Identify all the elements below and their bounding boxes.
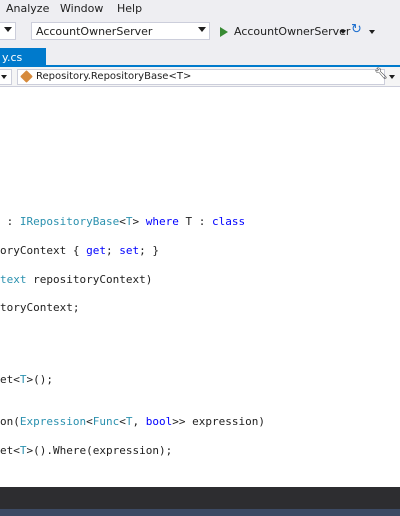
chevron-down-icon <box>4 27 12 32</box>
project-navigation-dropdown[interactable] <box>0 69 12 85</box>
code-line: toryContext; <box>0 301 80 314</box>
code-editor[interactable]: : IRepositoryBase<T> where T : class ory… <box>0 87 400 487</box>
configuration-dropdown[interactable] <box>0 22 16 40</box>
member-navigation-value: Repository.RepositoryBase<T> <box>36 71 192 82</box>
document-tab-strip: y.cs <box>0 45 400 67</box>
tab-active-document[interactable]: y.cs <box>0 48 46 67</box>
code-line: et<T>().Where(expression); <box>0 444 173 457</box>
chevron-down-icon <box>1 75 7 79</box>
class-icon <box>20 70 33 83</box>
toolbar: AccountOwnerServer AccountOwnerServer ↻ <box>0 18 400 46</box>
code-line: : IRepositoryBase<T> where T : class <box>0 215 246 228</box>
status-bar <box>0 509 400 516</box>
startup-project-dropdown[interactable]: AccountOwnerServer <box>31 22 210 40</box>
code-line: text repositoryContext) <box>0 273 153 286</box>
menu-help[interactable]: Help <box>117 2 142 15</box>
play-icon[interactable] <box>220 27 228 37</box>
menu-analyze[interactable]: Analyze <box>6 2 49 15</box>
navigation-bar: Repository.RepositoryBase<T> 🔧︎ <box>0 67 400 87</box>
run-target-label[interactable]: AccountOwnerServer <box>234 25 350 38</box>
chevron-down-icon <box>198 27 206 32</box>
wrench-icon[interactable]: 🔧︎ <box>374 67 388 80</box>
refresh-chevron-icon[interactable] <box>369 30 375 34</box>
code-line: et<T>(); <box>0 373 53 386</box>
menu-window[interactable]: Window <box>60 2 103 15</box>
code-line: oryContext { get; set; } <box>0 244 159 257</box>
startup-project-value: AccountOwnerServer <box>36 25 153 38</box>
code-line: on(Expression<Func<T, bool>> expression) <box>0 415 265 428</box>
tab-label: y.cs <box>2 51 23 64</box>
member-navigation-dropdown[interactable]: Repository.RepositoryBase<T> <box>17 69 385 85</box>
menu-bar: Analyze Window Help <box>0 0 400 18</box>
chevron-down-icon[interactable] <box>389 75 395 79</box>
run-target-chevron-icon[interactable] <box>340 30 346 34</box>
refresh-icon[interactable]: ↻ <box>351 23 363 36</box>
